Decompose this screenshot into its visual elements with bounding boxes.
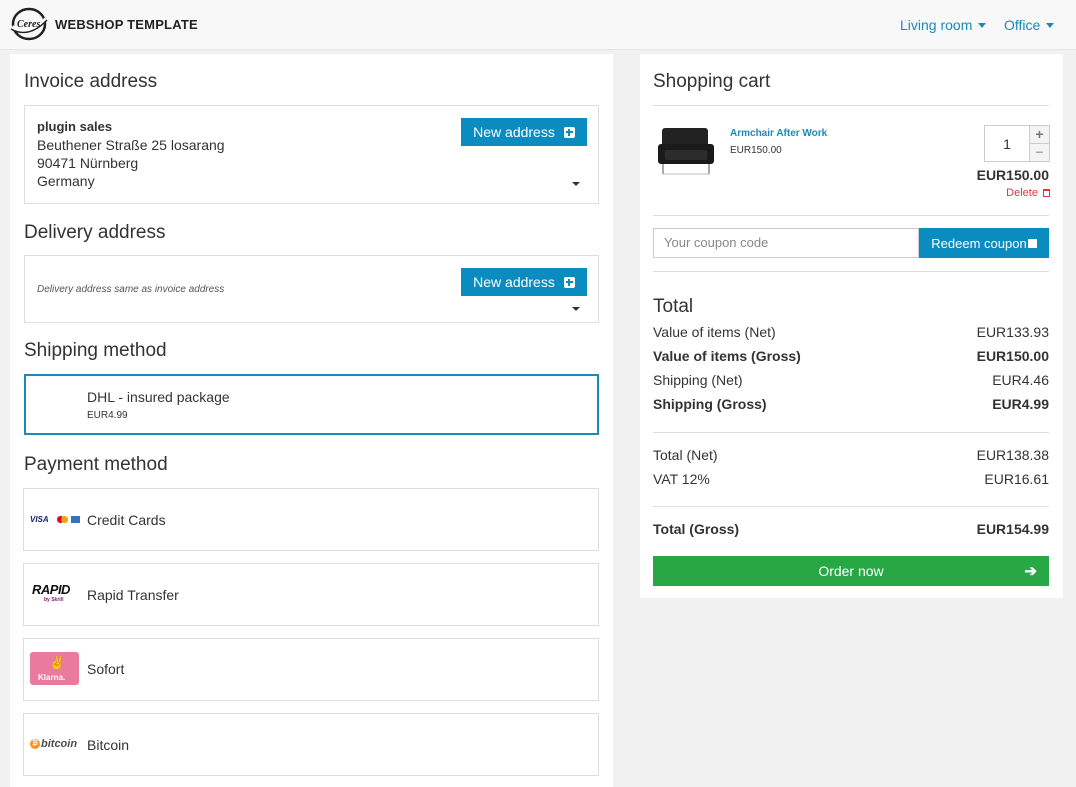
items-gross-label: Value of items (Gross)	[653, 348, 801, 364]
redeem-coupon-button[interactable]: Redeem coupon	[919, 228, 1049, 258]
ceres-logo[interactable]: Ceres	[10, 7, 48, 41]
total-net-label: Total (Net)	[653, 447, 718, 463]
rapid-logo-subtext: by Skrill	[44, 597, 64, 603]
arrow-right-icon: ➔	[1024, 563, 1037, 580]
divider	[653, 215, 1049, 216]
divider	[653, 506, 1049, 507]
shopping-cart-panel: Shopping cart Armchair After Work EUR150…	[640, 54, 1063, 598]
bitcoin-logo-icon: ₿ bitcoin	[30, 738, 82, 752]
klarna-logo-text: Klarna.	[38, 673, 66, 682]
gift-icon	[1027, 238, 1037, 248]
shipping-gross-label: Shipping (Gross)	[653, 396, 767, 412]
totals-title: Total	[653, 296, 694, 317]
delivery-new-address-button[interactable]: New address	[461, 268, 587, 296]
klarna-logo-icon: ✌ Klarna.	[30, 652, 79, 685]
visa-logo-text: VISA	[30, 515, 49, 524]
armchair-product-image[interactable]	[656, 126, 718, 178]
top-bar: Ceres WEBSHOP TEMPLATE Living room Offic…	[0, 0, 1076, 50]
divider	[653, 271, 1049, 272]
trash-icon	[1043, 189, 1050, 197]
nav-office-label: Office	[1004, 17, 1041, 33]
delivery-address-dropdown-icon[interactable]	[572, 307, 580, 311]
credit-cards-logo-icon: VISA	[30, 513, 82, 527]
shopping-cart-title: Shopping cart	[653, 71, 771, 92]
delete-label: Delete	[1006, 187, 1038, 199]
plus-square-icon	[563, 276, 575, 288]
cart-item-name[interactable]: Armchair After Work	[730, 128, 827, 139]
payment-sofort[interactable]: ✌ Klarna. Sofort	[23, 638, 599, 701]
payment-credit-cards-label: Credit Cards	[87, 512, 166, 528]
delivery-address-box[interactable]: Delivery address same as invoice address…	[24, 255, 599, 323]
nav-living-room-label: Living room	[900, 17, 973, 33]
total-gross-label: Total (Gross)	[653, 521, 740, 537]
quantity-input[interactable]: 1	[985, 126, 1029, 161]
checkout-left-panel: Invoice address plugin sales Beuthener S…	[10, 54, 613, 787]
payment-bitcoin-label: Bitcoin	[87, 737, 130, 753]
invoice-street: Beuthener Straße 25 losarang	[37, 137, 225, 153]
bitcoin-logo-text: bitcoin	[41, 738, 78, 750]
delivery-address-title: Delivery address	[24, 222, 166, 243]
nav-living-room[interactable]: Living room	[900, 17, 987, 33]
cart-item-delete-link[interactable]: Delete	[1006, 187, 1050, 199]
invoice-new-address-button[interactable]: New address	[461, 118, 587, 146]
vat-label: VAT 12%	[653, 471, 710, 487]
quantity-increase-button[interactable]: +	[1029, 126, 1049, 143]
invoice-country: Germany	[37, 173, 95, 189]
cart-item-total: EUR150.00	[976, 167, 1049, 183]
new-address-label: New address	[473, 124, 555, 140]
payment-method-title: Payment method	[24, 454, 168, 475]
payment-rapid-transfer-label: Rapid Transfer	[87, 587, 179, 603]
shipping-name: DHL - insured package	[87, 389, 230, 405]
shipping-option-dhl[interactable]: DHL - insured package EUR4.99	[24, 374, 599, 435]
new-address-label: New address	[473, 274, 555, 290]
rapid-logo-text: RAPID	[32, 582, 70, 597]
quantity-stepper: 1 + −	[984, 125, 1050, 162]
brand-name[interactable]: WEBSHOP TEMPLATE	[55, 17, 198, 32]
items-gross-value: EUR150.00	[976, 348, 1049, 364]
delivery-address-note: Delivery address same as invoice address	[37, 284, 225, 295]
divider	[653, 105, 1049, 106]
logo-text: Ceres	[17, 19, 40, 30]
shipping-price: EUR4.99	[87, 410, 128, 421]
invoice-city: 90471 Nürnberg	[37, 155, 139, 171]
plus-square-icon	[563, 126, 575, 138]
items-net-label: Value of items (Net)	[653, 324, 776, 340]
rapid-transfer-logo-icon: RAPID by Skrill	[32, 582, 80, 608]
vat-value: EUR16.61	[984, 471, 1049, 487]
payment-rapid-transfer[interactable]: RAPID by Skrill Rapid Transfer	[23, 563, 599, 626]
invoice-address-title: Invoice address	[24, 71, 158, 92]
total-gross-value: EUR154.99	[976, 521, 1049, 537]
redeem-coupon-label: Redeem coupon	[931, 235, 1027, 251]
quantity-decrease-button[interactable]: −	[1029, 143, 1049, 161]
invoice-name: plugin sales	[37, 119, 113, 134]
cart-item-price: EUR150.00	[730, 145, 782, 156]
items-net-value: EUR133.93	[976, 324, 1049, 340]
payment-bitcoin[interactable]: ₿ bitcoin Bitcoin	[23, 713, 599, 776]
shipping-gross-value: EUR4.99	[992, 396, 1049, 412]
divider	[653, 432, 1049, 433]
chevron-down-icon	[978, 23, 987, 28]
payment-credit-cards[interactable]: VISA Credit Cards	[23, 488, 599, 551]
coupon-code-input[interactable]: Your coupon code	[653, 228, 919, 258]
shipping-net-label: Shipping (Net)	[653, 372, 743, 388]
order-now-label: Order now	[818, 563, 884, 579]
order-now-button[interactable]: Order now ➔	[653, 556, 1049, 586]
shipping-method-title: Shipping method	[24, 340, 167, 361]
chevron-down-icon	[1046, 23, 1055, 28]
total-net-value: EUR138.38	[976, 447, 1049, 463]
invoice-address-box[interactable]: plugin sales Beuthener Straße 25 losaran…	[24, 105, 599, 204]
payment-sofort-label: Sofort	[87, 661, 125, 677]
nav-office[interactable]: Office	[1004, 17, 1055, 33]
invoice-address-dropdown-icon[interactable]	[572, 182, 580, 186]
shipping-net-value: EUR4.46	[992, 372, 1049, 388]
